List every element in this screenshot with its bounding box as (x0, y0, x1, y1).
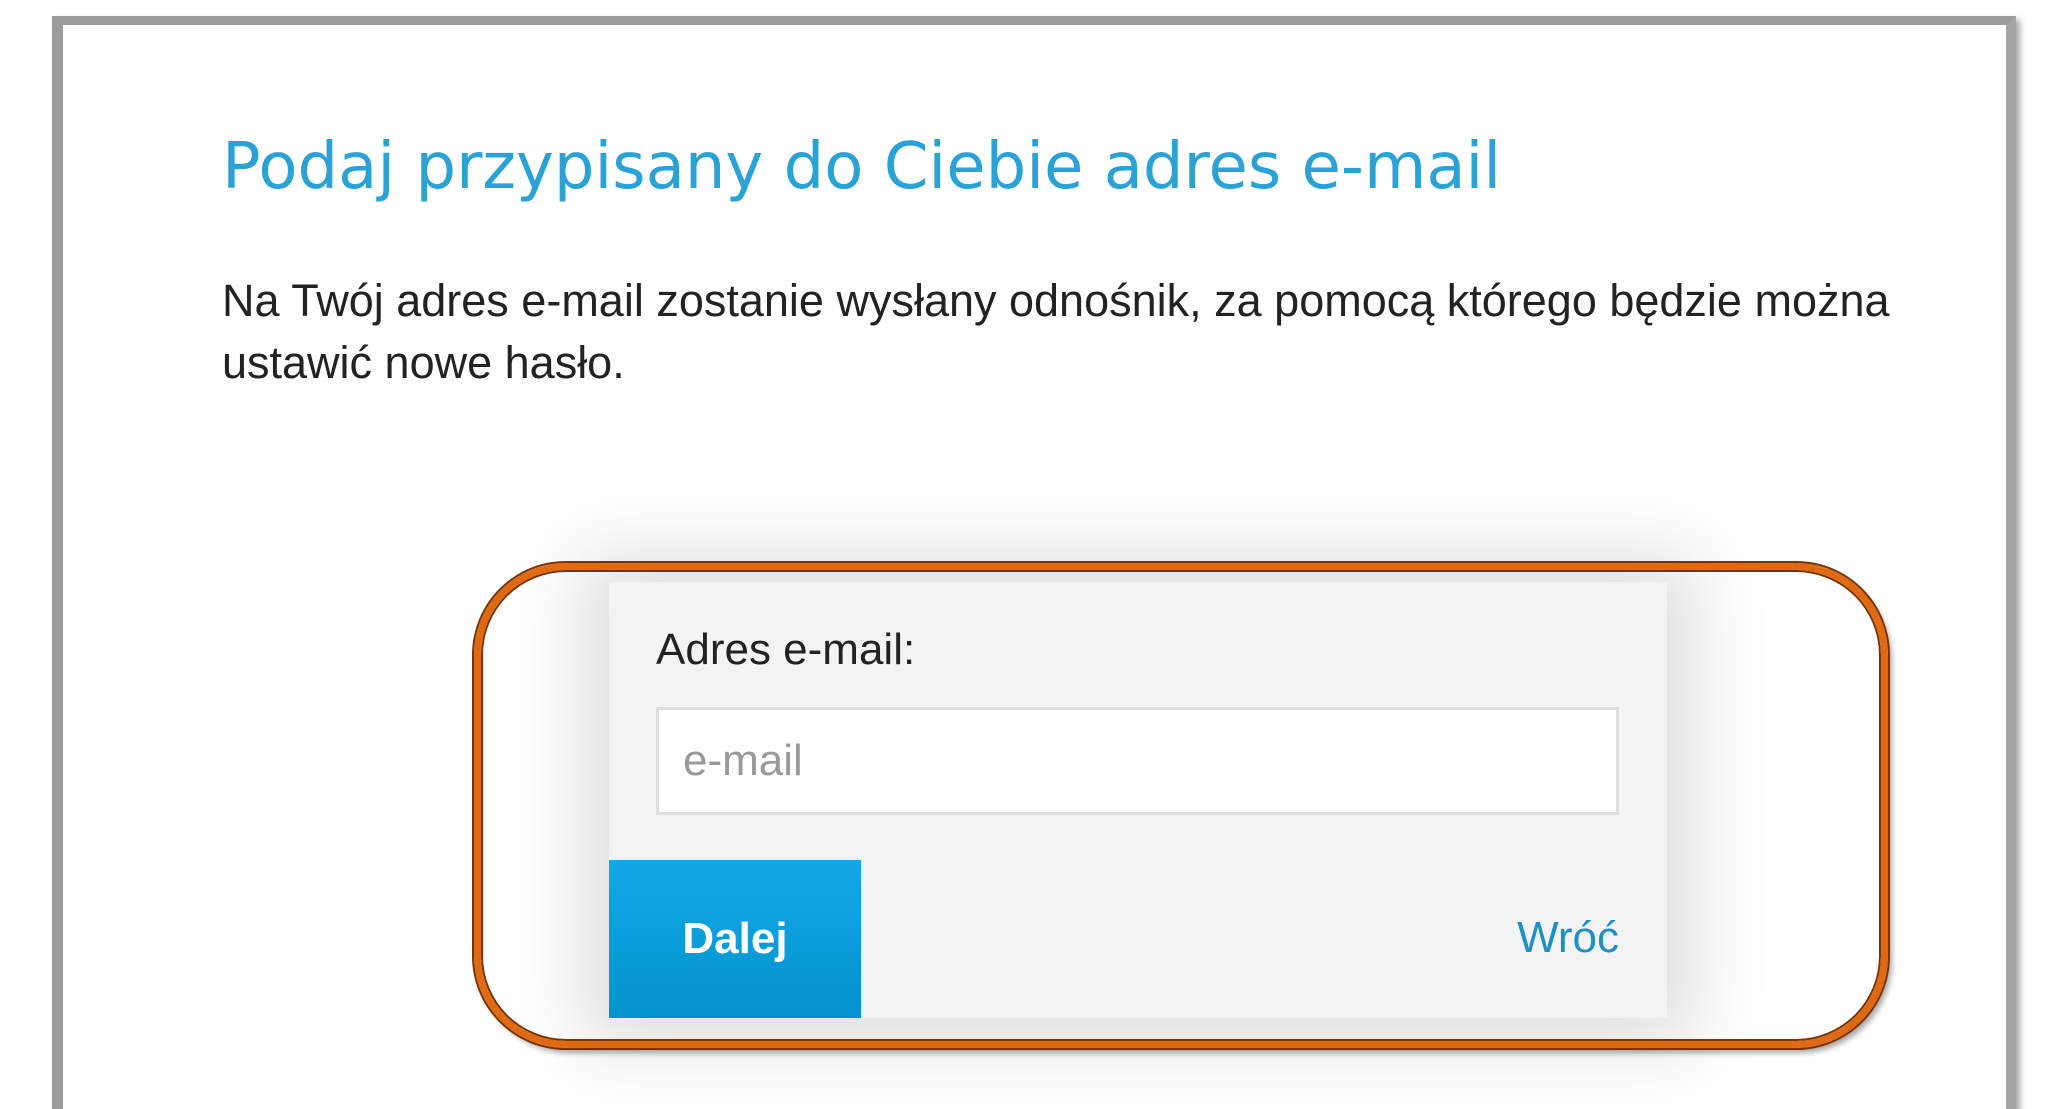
next-button[interactable]: Dalej (609, 860, 861, 1018)
email-input[interactable] (656, 707, 1619, 815)
screenshot-stage: Podaj przypisany do Ciebie adres e-mail … (0, 0, 2049, 1109)
email-label: Adres e-mail: (656, 625, 916, 674)
page-description: Na Twój adres e-mail zostanie wysłany od… (222, 275, 1890, 388)
page-title: Podaj przypisany do Ciebie adres e-mail (222, 130, 1502, 204)
back-link[interactable]: Wróć (1517, 913, 1619, 963)
email-form-card: Adres e-mail: Dalej Wróć (609, 582, 1667, 1018)
